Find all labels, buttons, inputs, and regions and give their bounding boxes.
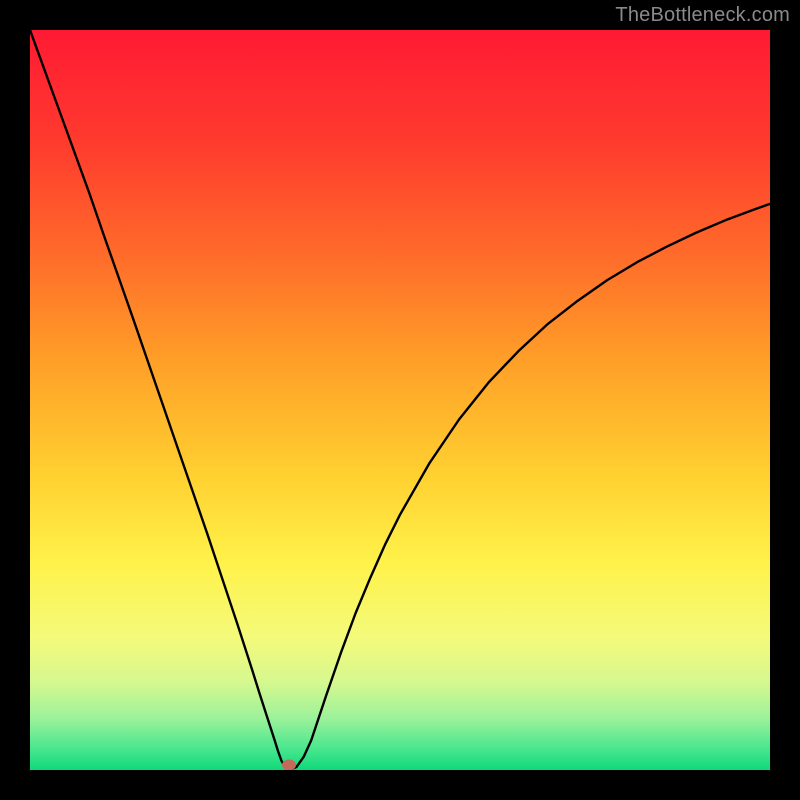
plot-area — [30, 30, 770, 770]
optimal-point-marker — [282, 760, 296, 771]
bottleneck-curve-chart — [30, 30, 770, 770]
attribution-watermark: TheBottleneck.com — [615, 4, 790, 27]
gradient-background — [30, 30, 770, 770]
chart-frame: TheBottleneck.com — [0, 0, 800, 800]
